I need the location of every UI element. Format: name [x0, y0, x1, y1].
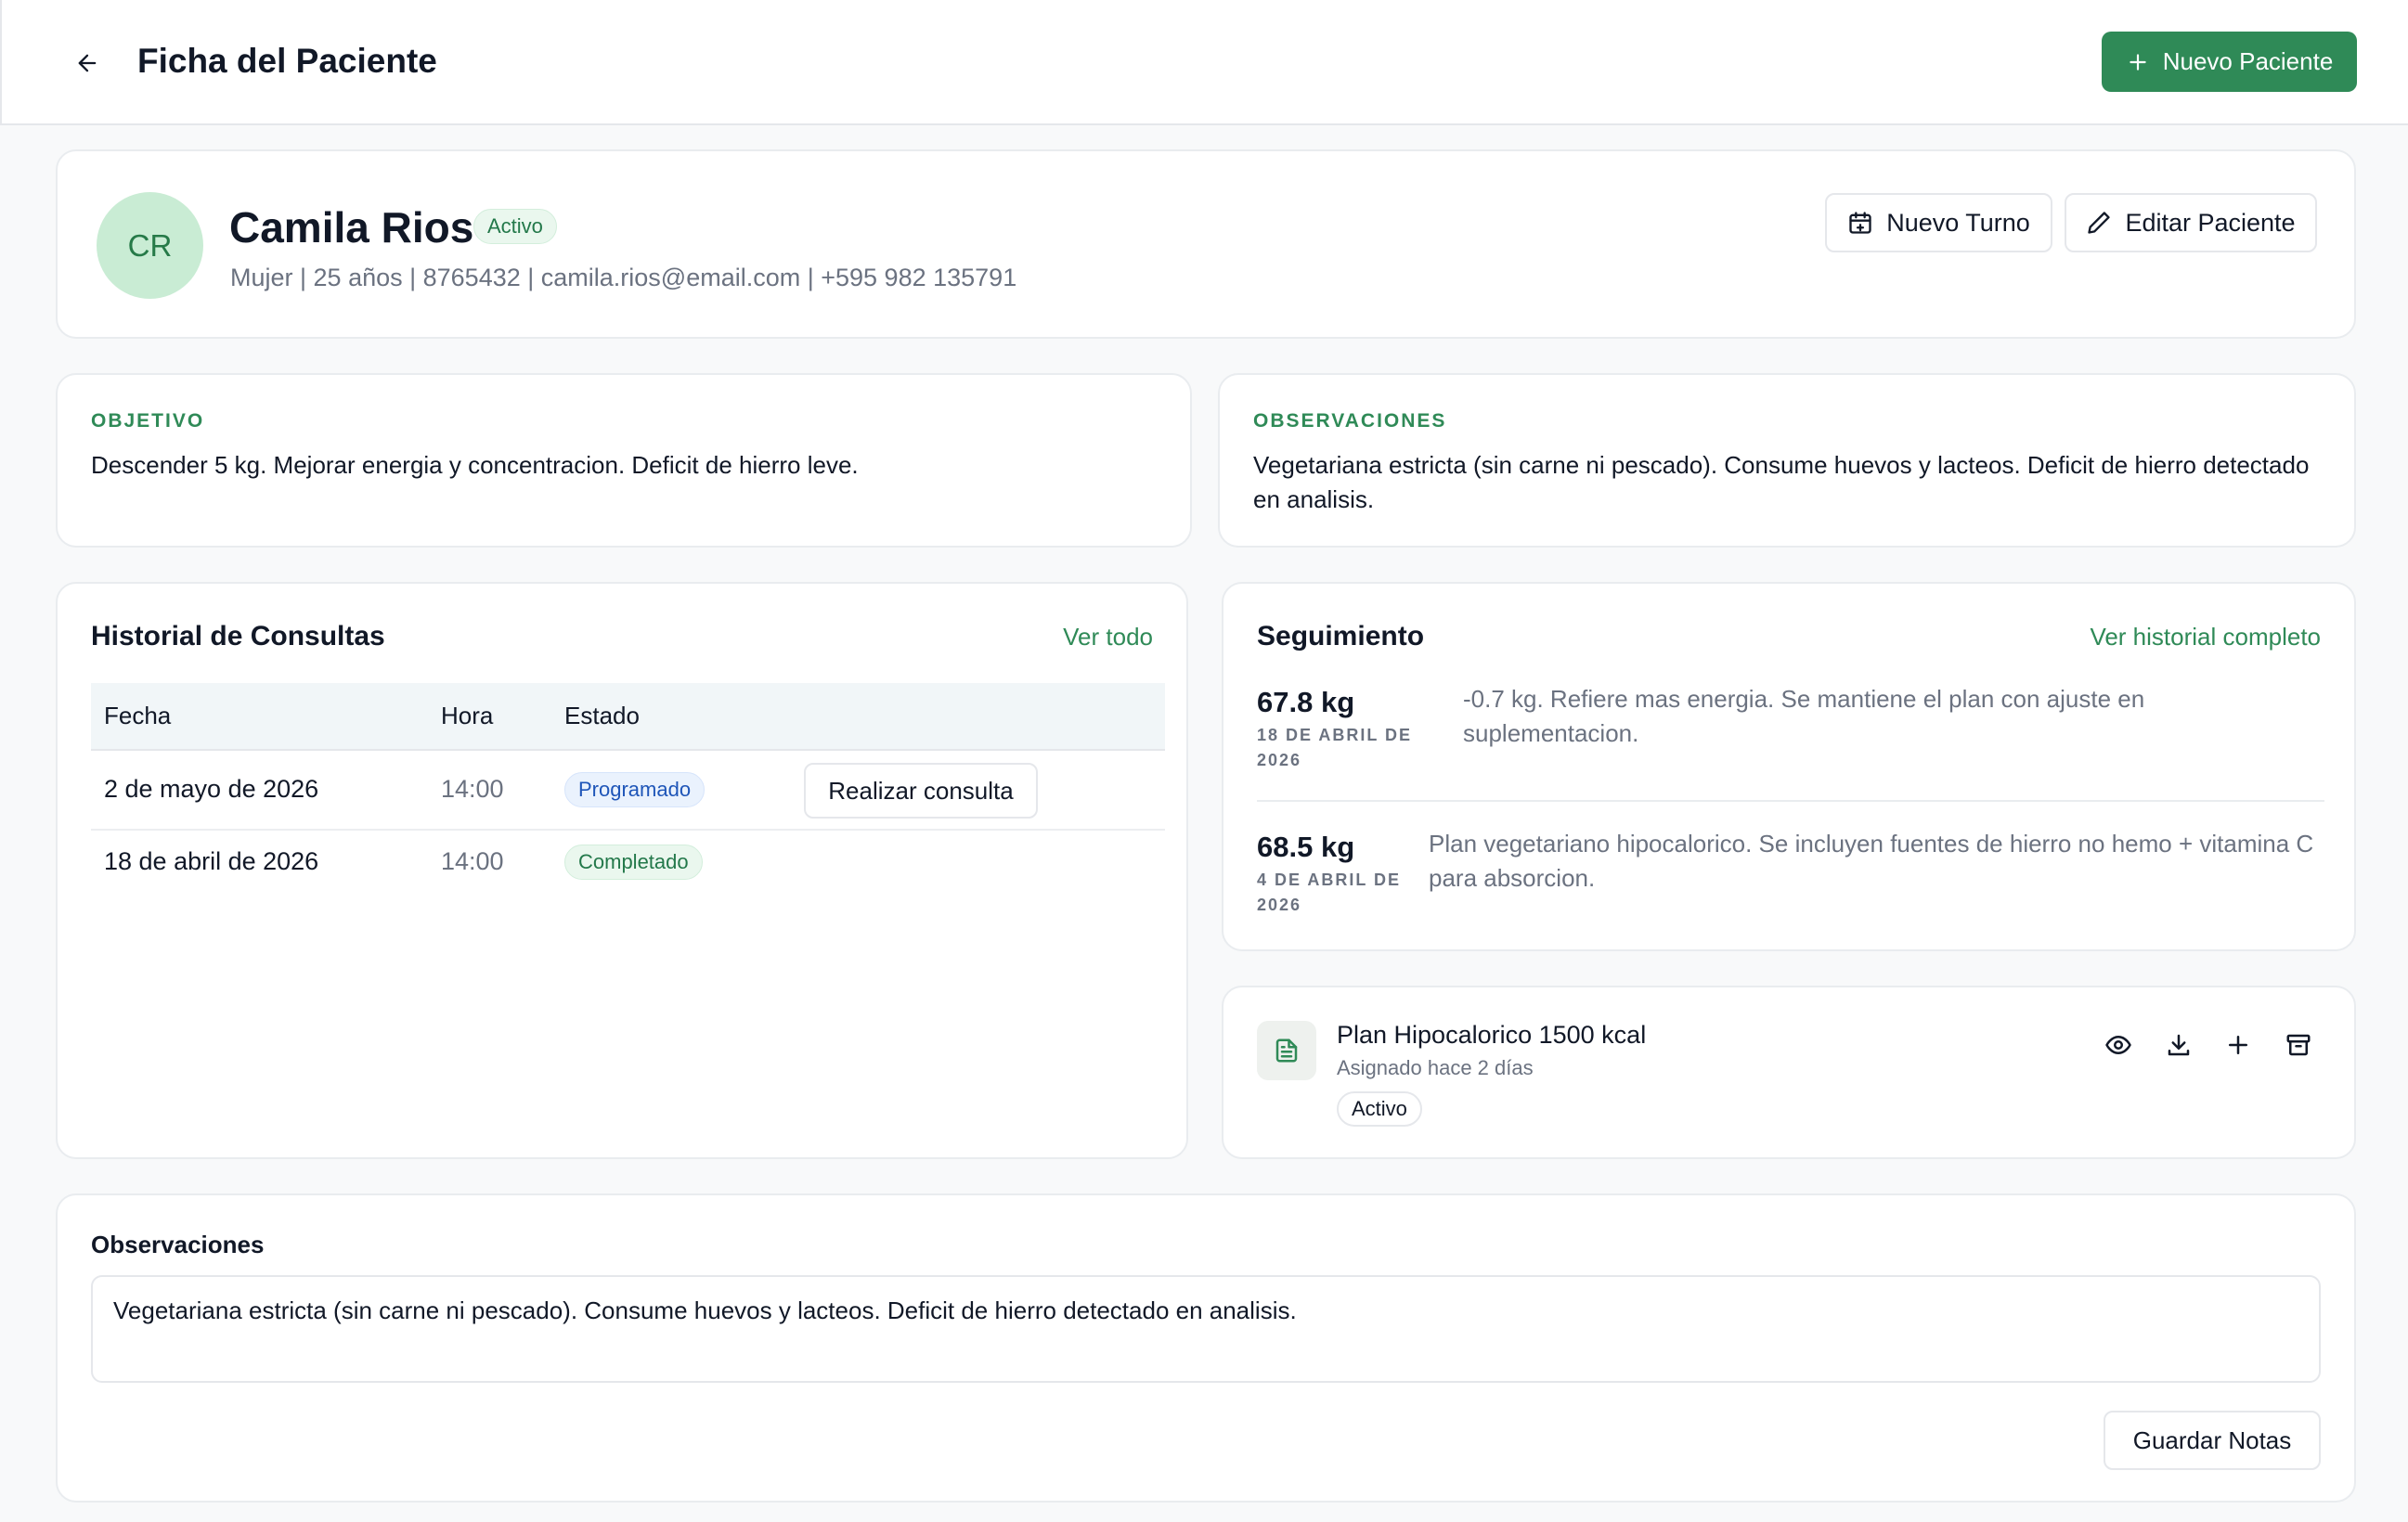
patient-record-page: Ficha del Paciente Nuevo Paciente CR Cam… — [0, 0, 2408, 1522]
notes-title: Observaciones — [91, 1231, 265, 1258]
table-row: 2 de mayo de 2026 14:00 Programado Reali… — [91, 751, 1165, 831]
objective-text: Descender 5 kg. Mejorar energia y concen… — [91, 451, 859, 479]
column-header-date: Fecha — [104, 702, 172, 729]
notes-card: Observaciones Vegetariana estricta (sin … — [56, 1193, 2356, 1503]
followup-note: -0.7 kg. Refiere mas energia. Se mantien… — [1463, 685, 2145, 747]
avatar: CR — [97, 192, 203, 299]
observations-label: OBSERVACIONES — [1253, 410, 1447, 432]
objective-card: OBJETIVO Descender 5 kg. Mejorar energia… — [56, 373, 1192, 548]
edit-patient-button[interactable]: Editar Paciente — [2065, 193, 2317, 252]
add-to-plan-button[interactable] — [2220, 1026, 2257, 1064]
arrow-left-icon — [78, 54, 97, 72]
new-appointment-button[interactable]: Nuevo Turno — [1825, 193, 2052, 252]
diet-plan-card: Plan Hipocalorico 1500 kcal Asignado hac… — [1222, 986, 2356, 1159]
row-time: 14:00 — [441, 847, 504, 875]
consultation-history-card: Historial de Consultas Ver todo Fecha Ho… — [56, 582, 1188, 1159]
followup-date: 18 DE ABRIL DE 2026 — [1257, 726, 1413, 769]
view-full-history-link[interactable]: Ver historial completo — [2090, 623, 2321, 651]
column-header-status: Estado — [564, 702, 640, 729]
plus-icon — [2229, 1036, 2247, 1054]
followup-card: Seguimiento Ver historial completo 67.8 … — [1222, 582, 2356, 951]
row-date: 2 de mayo de 2026 — [104, 775, 319, 803]
followup-title: Seguimiento — [1257, 621, 1425, 651]
table-header: Fecha Hora Estado — [91, 683, 1165, 751]
view-plan-button[interactable] — [2100, 1026, 2137, 1064]
followup-note: Plan vegetariano hipocalorico. Se incluy… — [1429, 830, 2314, 892]
observations-card: OBSERVACIONES Vegetariana estricta (sin … — [1218, 373, 2356, 548]
plus-icon — [2130, 53, 2146, 71]
eye-icon — [2105, 1036, 2131, 1054]
view-all-link[interactable]: Ver todo — [1063, 623, 1153, 651]
followup-weight: 68.5 kg — [1257, 831, 1355, 863]
row-time: 14:00 — [441, 775, 504, 803]
start-consultation-button[interactable]: Realizar consulta — [804, 763, 1038, 819]
back-button[interactable] — [67, 43, 108, 84]
archive-plan-button[interactable] — [2280, 1026, 2317, 1064]
row-date: 18 de abril de 2026 — [104, 847, 319, 875]
archive-icon — [2286, 1034, 2311, 1056]
table-row: 18 de abril de 2026 14:00 Completado — [91, 831, 1165, 903]
page-title: Ficha del Paciente — [137, 42, 437, 80]
new-appointment-label: Nuevo Turno — [1886, 208, 2030, 237]
objective-label: OBJETIVO — [91, 410, 205, 432]
notes-textarea[interactable]: Vegetariana estricta (sin carne ni pesca… — [91, 1275, 2321, 1383]
download-plan-button[interactable] — [2160, 1026, 2197, 1064]
edit-patient-label: Editar Paciente — [2125, 208, 2296, 237]
patient-meta: Mujer | 25 años | 8765432 | camila.rios@… — [230, 264, 1017, 291]
download-icon — [2168, 1034, 2190, 1056]
followup-date: 4 DE ABRIL DE 2026 — [1257, 871, 1402, 914]
save-notes-button[interactable]: Guardar Notas — [2104, 1411, 2321, 1470]
plan-title: Plan Hipocalorico 1500 kcal — [1337, 1021, 1647, 1049]
top-bar: Ficha del Paciente Nuevo Paciente — [0, 0, 2408, 125]
document-icon — [1257, 1021, 1316, 1080]
plan-status-badge: Activo — [1337, 1091, 1422, 1127]
new-patient-label: Nuevo Paciente — [2162, 47, 2334, 75]
patient-name: Camila Rios — [229, 203, 474, 252]
calendar-plus-icon — [1849, 212, 1871, 234]
column-header-time: Hora — [441, 702, 494, 729]
followup-weight: 67.8 kg — [1257, 686, 1355, 718]
patient-summary-card: CR Camila Rios Activo Mujer | 25 años | … — [56, 149, 2356, 339]
status-badge-completed: Completado — [564, 845, 703, 880]
followup-divider — [1257, 800, 2324, 802]
pencil-icon — [2088, 212, 2111, 234]
status-badge: Activo — [473, 209, 557, 244]
observations-text: Vegetariana estricta (sin carne ni pesca… — [1253, 451, 2310, 513]
plan-assigned-date: Asignado hace 2 días — [1337, 1056, 1534, 1079]
history-title: Historial de Consultas — [91, 621, 385, 651]
new-patient-button[interactable]: Nuevo Paciente — [2102, 32, 2357, 92]
status-badge-scheduled: Programado — [564, 772, 706, 807]
